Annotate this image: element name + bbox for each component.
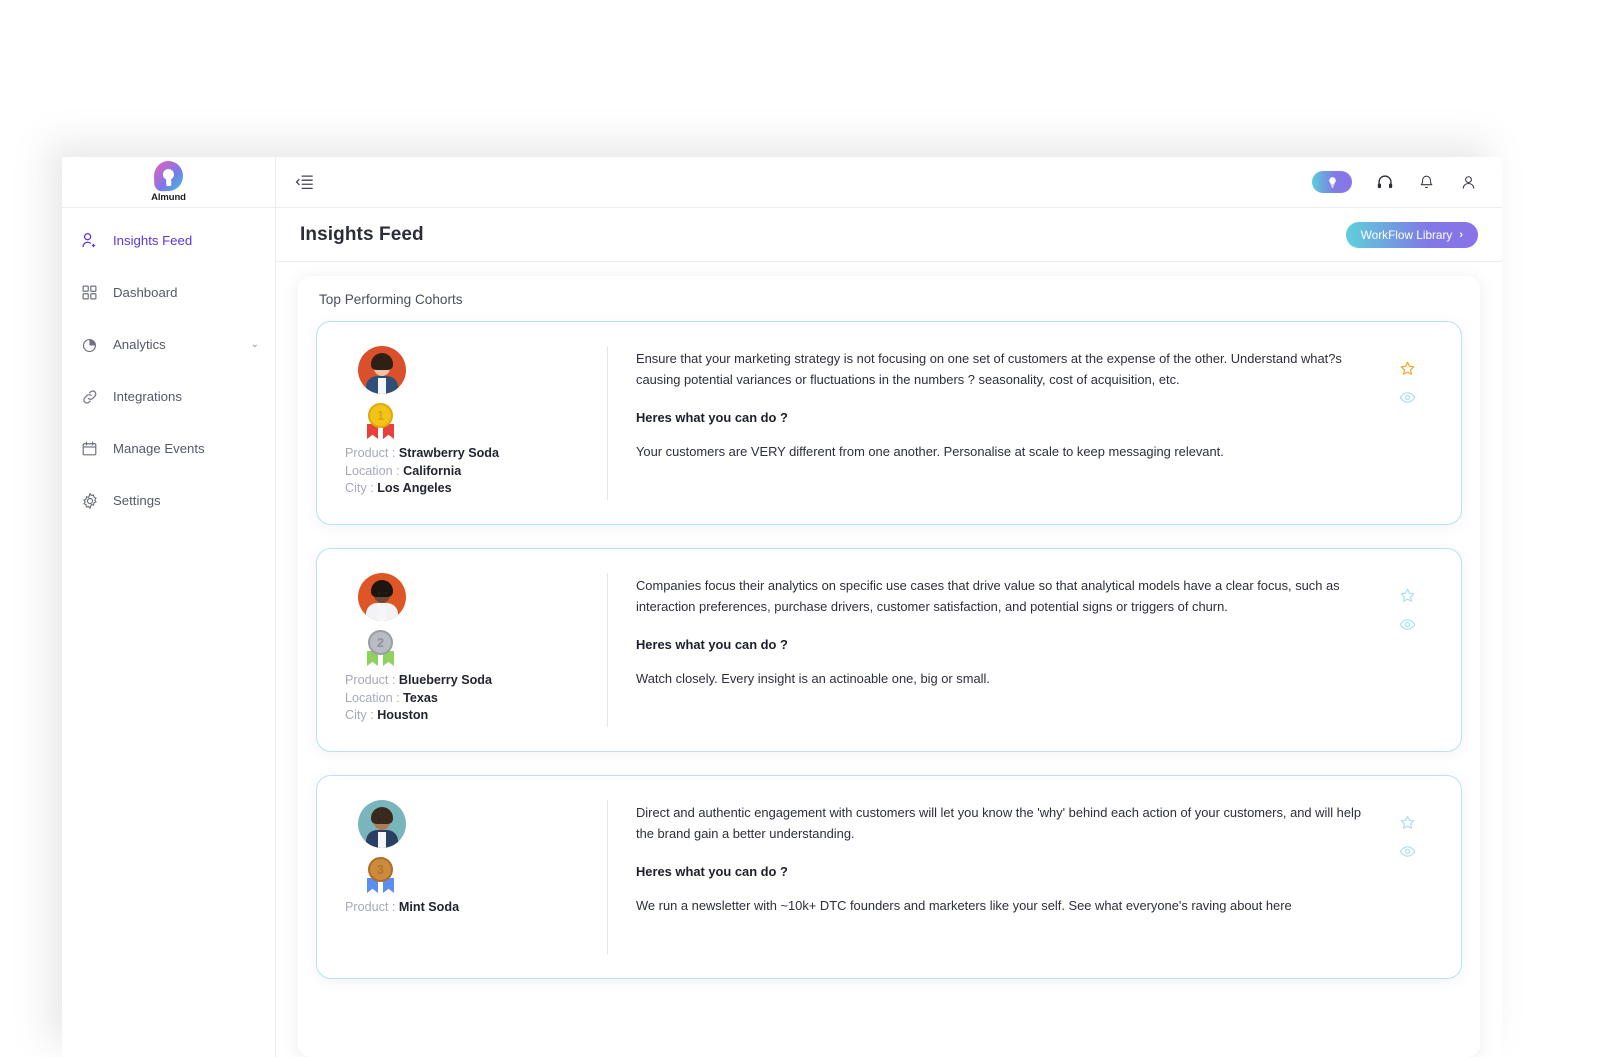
app-window: Almund Insights Feed bbox=[62, 157, 1502, 1057]
eye-icon[interactable] bbox=[1399, 843, 1416, 860]
card-divider bbox=[607, 573, 608, 727]
card-product-line: Product : Mint Soda bbox=[345, 899, 607, 917]
gear-icon bbox=[80, 491, 99, 510]
lightbulb-icon bbox=[1326, 176, 1339, 189]
card-body: Direct and authentic engagement with cus… bbox=[636, 796, 1371, 958]
panel-title: Top Performing Cohorts bbox=[316, 292, 1462, 307]
avatar bbox=[358, 800, 406, 848]
headphones-icon[interactable] bbox=[1375, 173, 1394, 192]
sidebar-item-manage-events[interactable]: Manage Events bbox=[62, 432, 275, 465]
sidebar-item-integrations[interactable]: Integrations bbox=[62, 380, 275, 413]
avatar bbox=[358, 573, 406, 621]
card-lead-text: Ensure that your marketing strategy is n… bbox=[636, 348, 1371, 390]
bell-icon[interactable] bbox=[1417, 173, 1436, 192]
rank-number: 1 bbox=[368, 403, 393, 428]
card-location-value: California bbox=[403, 464, 461, 478]
rank-number: 2 bbox=[368, 630, 393, 655]
card-body: Ensure that your marketing strategy is n… bbox=[636, 342, 1371, 504]
card-city-line: City : Houston bbox=[345, 707, 607, 725]
card-product-value: Strawberry Soda bbox=[399, 446, 499, 460]
page-title: Insights Feed bbox=[300, 224, 424, 246]
insight-card: 3 Product : Mint Soda Direct and authent… bbox=[316, 775, 1462, 979]
card-city-value: Houston bbox=[377, 708, 428, 722]
collapse-sidebar-icon[interactable] bbox=[294, 171, 316, 193]
card-location-line: Location : California bbox=[345, 463, 607, 481]
almund-teardrop-logo-icon bbox=[153, 161, 183, 192]
top-performing-cohorts-panel: Top Performing Cohorts 1 Product : Straw… bbox=[298, 276, 1480, 1057]
workflow-library-button[interactable]: WorkFlow Library › bbox=[1346, 222, 1478, 248]
insight-card: 1 Product : Strawberry SodaLocation : Ca… bbox=[316, 321, 1462, 525]
card-answer-text: Your customers are VERY different from o… bbox=[636, 441, 1371, 462]
insight-card: 2 Product : Blueberry SodaLocation : Tex… bbox=[316, 548, 1462, 752]
card-profile: 2 Product : Blueberry SodaLocation : Tex… bbox=[345, 569, 607, 731]
sidebar-item-analytics[interactable]: Analytics ⌄ bbox=[62, 328, 275, 361]
ideas-button[interactable] bbox=[1312, 171, 1352, 193]
eye-icon[interactable] bbox=[1399, 389, 1416, 406]
card-question-text: Heres what you can do ? bbox=[636, 410, 1371, 425]
sidebar-item-label: Integrations bbox=[113, 389, 182, 404]
sidebar-item-dashboard[interactable]: Dashboard bbox=[62, 276, 275, 309]
sidebar-nav: Insights Feed Dashboard bbox=[62, 208, 275, 536]
page-header: Insights Feed WorkFlow Library › bbox=[276, 208, 1502, 262]
card-actions bbox=[1371, 342, 1443, 504]
sidebar-item-label: Analytics bbox=[113, 337, 166, 352]
card-lead-text: Direct and authentic engagement with cus… bbox=[636, 802, 1371, 844]
chevron-down-icon[interactable]: ⌄ bbox=[251, 340, 259, 350]
card-answer-text: Watch closely. Every insight is an actin… bbox=[636, 668, 1371, 689]
rank-medal: 3 bbox=[366, 857, 395, 893]
card-profile: 3 Product : Mint Soda bbox=[345, 796, 607, 958]
card-answer-text: We run a newsletter with ~10k+ DTC found… bbox=[636, 895, 1371, 916]
sidebar: Almund Insights Feed bbox=[62, 157, 276, 1057]
card-product-value: Blueberry Soda bbox=[399, 673, 492, 687]
card-location-value: Texas bbox=[403, 691, 438, 705]
card-divider bbox=[607, 800, 608, 954]
workflow-library-label: WorkFlow Library bbox=[1361, 228, 1453, 242]
card-city-value: Los Angeles bbox=[377, 481, 451, 495]
person-add-icon bbox=[80, 231, 99, 250]
sidebar-item-settings[interactable]: Settings bbox=[62, 484, 275, 517]
card-question-text: Heres what you can do ? bbox=[636, 864, 1371, 879]
card-lead-text: Companies focus their analytics on speci… bbox=[636, 575, 1371, 617]
main-area: Insights Feed WorkFlow Library › Top Per… bbox=[276, 157, 1502, 1057]
content-scroll-area[interactable]: Top Performing Cohorts 1 Product : Straw… bbox=[276, 262, 1502, 1057]
card-body: Companies focus their analytics on speci… bbox=[636, 569, 1371, 731]
topbar-actions bbox=[1312, 171, 1478, 193]
rank-number: 3 bbox=[368, 857, 393, 882]
card-actions bbox=[1371, 569, 1443, 731]
brand-name: Almund bbox=[151, 192, 186, 203]
star-icon[interactable] bbox=[1399, 814, 1416, 831]
calendar-icon bbox=[80, 439, 99, 458]
rank-medal: 2 bbox=[366, 630, 395, 666]
sidebar-item-label: Manage Events bbox=[113, 441, 205, 456]
topbar bbox=[276, 157, 1502, 208]
sidebar-item-label: Dashboard bbox=[113, 285, 178, 300]
card-location-line: Location : Texas bbox=[345, 690, 607, 708]
avatar bbox=[358, 346, 406, 394]
insight-cards-list: 1 Product : Strawberry SodaLocation : Ca… bbox=[316, 321, 1462, 979]
card-actions bbox=[1371, 796, 1443, 958]
chevron-right-icon: › bbox=[1459, 229, 1463, 241]
brand-header: Almund bbox=[62, 157, 275, 208]
star-icon[interactable] bbox=[1399, 360, 1416, 377]
card-city-line: City : Los Angeles bbox=[345, 480, 607, 498]
link-icon bbox=[80, 387, 99, 406]
card-divider bbox=[607, 346, 608, 500]
card-profile: 1 Product : Strawberry SodaLocation : Ca… bbox=[345, 342, 607, 504]
card-product-line: Product : Strawberry Soda bbox=[345, 445, 607, 463]
star-icon[interactable] bbox=[1399, 587, 1416, 604]
sidebar-item-label: Insights Feed bbox=[113, 233, 192, 248]
pie-chart-icon bbox=[80, 335, 99, 354]
card-question-text: Heres what you can do ? bbox=[636, 637, 1371, 652]
rank-medal: 1 bbox=[366, 403, 395, 439]
grid-icon bbox=[80, 283, 99, 302]
eye-icon[interactable] bbox=[1399, 616, 1416, 633]
card-product-line: Product : Blueberry Soda bbox=[345, 672, 607, 690]
sidebar-item-insights-feed[interactable]: Insights Feed bbox=[62, 224, 275, 257]
card-product-value: Mint Soda bbox=[399, 900, 459, 914]
sidebar-item-label: Settings bbox=[113, 493, 161, 508]
user-icon[interactable] bbox=[1459, 173, 1478, 192]
